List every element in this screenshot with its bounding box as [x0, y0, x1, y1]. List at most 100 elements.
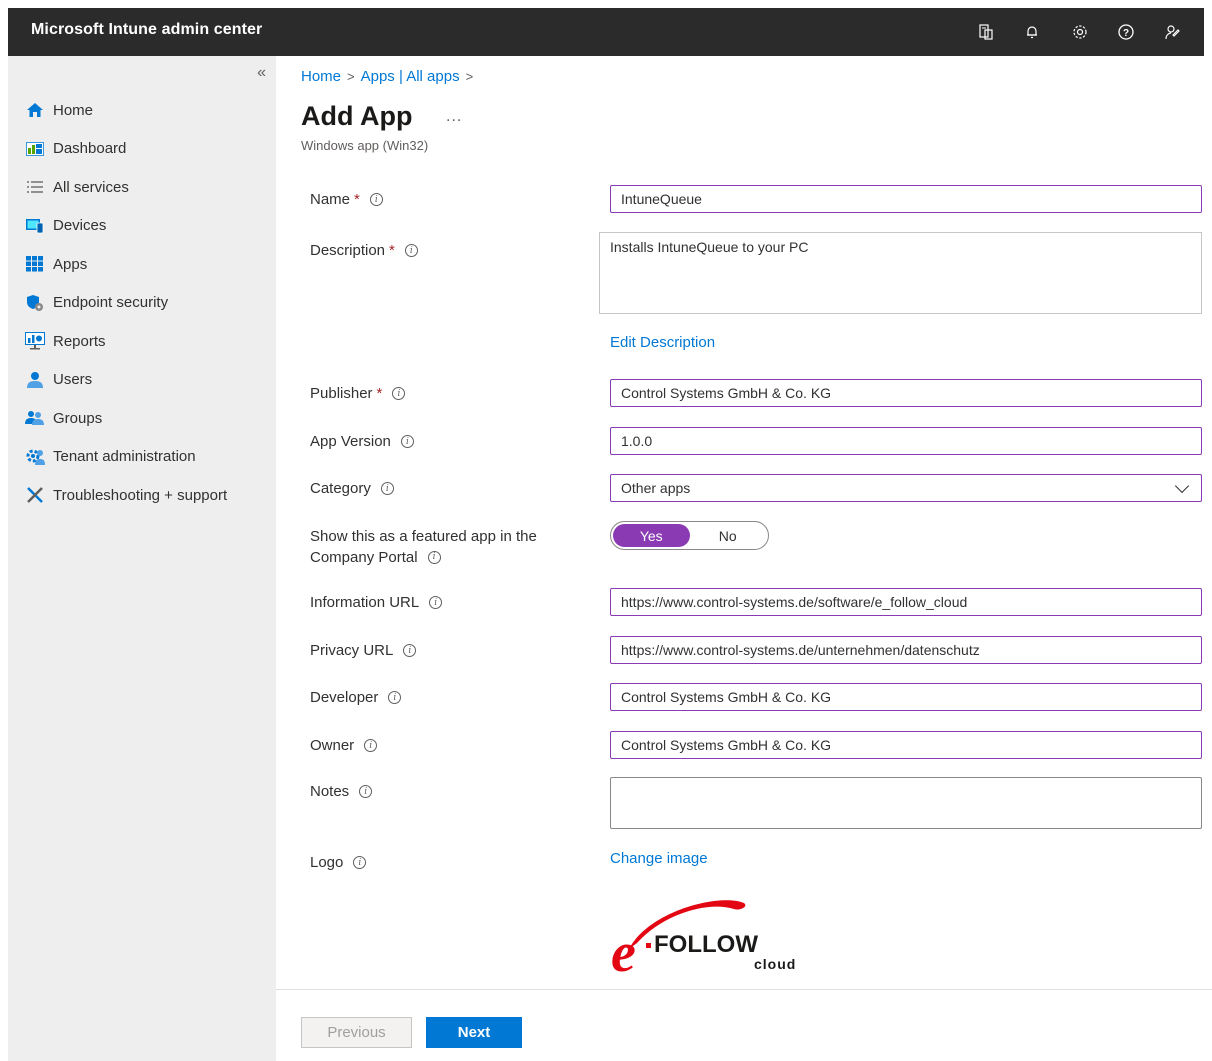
tools-icon [24, 485, 46, 505]
name-label: Name * i [310, 191, 383, 208]
developer-label: Developer i [310, 689, 402, 706]
sidebar-item-reports[interactable]: Reports [8, 322, 276, 361]
info-icon[interactable]: i [359, 785, 373, 798]
change-image-link[interactable]: Change image [610, 850, 708, 867]
name-input[interactable]: IntuneQueue [610, 185, 1202, 213]
notes-label-text: Notes [310, 783, 350, 800]
category-select[interactable]: Other apps [610, 474, 1202, 502]
devices-icon [24, 216, 46, 236]
publisher-label-text: Publisher [310, 385, 373, 402]
help-icon[interactable]: ? [1112, 18, 1140, 46]
description-textarea[interactable]: Installs IntuneQueue to your PC [599, 232, 1202, 314]
category-selected-value: Other apps [621, 480, 691, 496]
app-title[interactable]: Microsoft Intune admin center [31, 21, 262, 39]
privacy-url-input[interactable]: https://www.control-systems.de/unternehm… [610, 636, 1202, 664]
toggle-yes[interactable]: Yes [613, 524, 690, 547]
developer-input[interactable]: Control Systems GmbH & Co. KG [610, 683, 1202, 711]
page-title: Add App [301, 101, 413, 131]
app-version-input[interactable]: 1.0.0 [610, 427, 1202, 455]
information-url-input[interactable]: https://www.control-systems.de/software/… [610, 588, 1202, 616]
sidebar-nav: Home Dashboard All services Devices Apps… [8, 91, 276, 515]
toggle-no[interactable]: No [690, 524, 767, 547]
category-label-text: Category [310, 480, 371, 497]
sidebar-item-devices[interactable]: Devices [8, 207, 276, 246]
portal-settings-icon[interactable] [972, 18, 1000, 46]
publisher-input[interactable]: Control Systems GmbH & Co. KG [610, 379, 1202, 407]
featured-toggle[interactable]: Yes No [610, 521, 769, 550]
notes-textarea[interactable] [610, 777, 1202, 829]
sidebar-item-endpoint-security[interactable]: Endpoint security [8, 284, 276, 323]
sidebar-item-troubleshooting[interactable]: Troubleshooting + support [8, 476, 276, 515]
home-icon [24, 100, 46, 120]
info-icon[interactable]: i [388, 691, 402, 704]
previous-button[interactable]: Previous [301, 1017, 412, 1048]
sidebar: « Home Dashboard All services Devices Ap… [8, 56, 276, 1061]
bell-icon[interactable] [1018, 18, 1046, 46]
description-label: Description * i [310, 242, 418, 259]
dashboard-icon [24, 139, 46, 159]
info-icon[interactable]: i [392, 387, 406, 400]
shield-icon [24, 293, 46, 313]
logo-text-main: FOLLOW [654, 931, 758, 958]
user-icon [24, 370, 46, 390]
publisher-label: Publisher * i [310, 385, 406, 402]
top-bar: Microsoft Intune admin center ? [8, 8, 1204, 56]
name-label-text: Name [310, 191, 351, 208]
app-version-label-text: App Version [310, 433, 391, 450]
sidebar-item-groups[interactable]: Groups [8, 399, 276, 438]
info-icon[interactable]: i [403, 644, 417, 657]
next-button[interactable]: Next [426, 1017, 522, 1048]
sidebar-item-all-services[interactable]: All services [8, 168, 276, 207]
owner-label: Owner i [310, 737, 378, 754]
breadcrumb-separator: > [347, 69, 355, 84]
privacy-url-label: Privacy URL i [310, 642, 417, 659]
sidebar-item-dashboard[interactable]: Dashboard [8, 130, 276, 169]
logo-label: Logo i [310, 854, 367, 871]
breadcrumb: Home > Apps | All apps > [301, 68, 473, 85]
edit-description-link[interactable]: Edit Description [610, 334, 715, 351]
info-icon[interactable]: i [400, 435, 414, 448]
info-icon[interactable]: i [427, 551, 441, 564]
info-icon[interactable]: i [380, 482, 394, 495]
breadcrumb-home[interactable]: Home [301, 68, 341, 85]
info-icon[interactable]: i [353, 856, 367, 869]
collapse-sidebar-icon[interactable]: « [257, 64, 266, 82]
sidebar-item-label: Troubleshooting + support [53, 486, 228, 504]
sidebar-item-label: Reports [53, 332, 106, 350]
app-version-label: App Version i [310, 433, 414, 450]
feedback-icon[interactable] [1158, 18, 1186, 46]
more-options-icon[interactable]: ... [446, 108, 462, 126]
sidebar-item-label: All services [53, 178, 129, 196]
required-mark: * [389, 242, 395, 259]
required-mark: * [354, 191, 360, 208]
required-mark: * [376, 385, 383, 402]
apps-icon [24, 254, 46, 274]
list-icon [24, 177, 46, 197]
sidebar-item-label: Groups [53, 409, 103, 427]
sidebar-item-label: Users [53, 371, 93, 389]
info-icon[interactable]: i [364, 739, 378, 752]
gear-icon[interactable] [1066, 18, 1094, 46]
svg-text:?: ? [1123, 28, 1129, 39]
sidebar-item-tenant-administration[interactable]: Tenant administration [8, 438, 276, 477]
description-label-text: Description [310, 242, 386, 259]
sidebar-item-label: Endpoint security [53, 294, 169, 312]
tenant-icon [24, 447, 46, 467]
sidebar-item-apps[interactable]: Apps [8, 245, 276, 284]
svg-text:e: e [611, 922, 636, 977]
info-icon[interactable]: i [429, 596, 443, 609]
sidebar-item-home[interactable]: Home [8, 91, 276, 130]
app-logo-image: e FOLLOW cloud [609, 891, 795, 984]
owner-label-text: Owner [310, 737, 355, 754]
info-icon[interactable]: i [369, 193, 383, 206]
page-subtitle: Windows app (Win32) [301, 138, 429, 153]
developer-label-text: Developer [310, 689, 379, 706]
footer: Previous Next [276, 989, 1212, 1061]
sidebar-item-users[interactable]: Users [8, 361, 276, 400]
owner-input[interactable]: Control Systems GmbH & Co. KG [610, 731, 1202, 759]
main-content: Home > Apps | All apps > Add App ... Win… [276, 56, 1212, 1061]
info-icon[interactable]: i [404, 244, 418, 257]
breadcrumb-separator: > [465, 69, 474, 84]
notes-label: Notes i [310, 783, 373, 800]
breadcrumb-apps[interactable]: Apps | All apps [361, 68, 460, 85]
